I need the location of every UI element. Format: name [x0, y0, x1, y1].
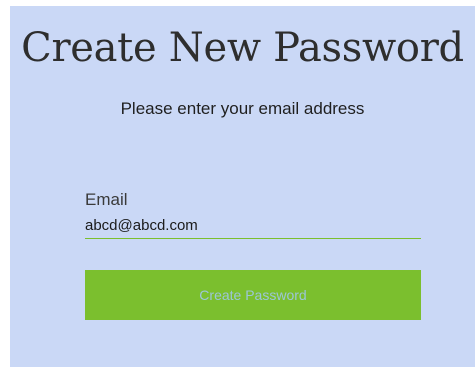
page-title: Create New Password	[21, 25, 464, 71]
email-label: Email	[85, 190, 128, 209]
reset-password-panel: Create New Password Please enter your em…	[10, 6, 475, 367]
create-password-button[interactable]: Create Password	[85, 270, 421, 320]
page-subtitle: Please enter your email address	[120, 99, 365, 118]
email-field-group: Email	[85, 189, 421, 241]
email-field[interactable]	[85, 213, 421, 239]
